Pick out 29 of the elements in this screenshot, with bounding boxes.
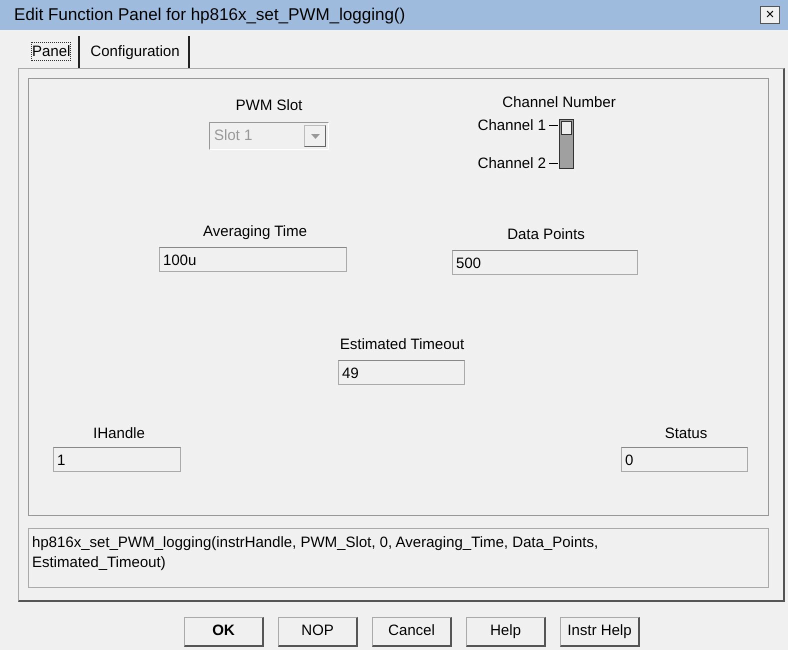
close-button[interactable]: × <box>760 6 780 24</box>
input-field[interactable]: 1 <box>53 447 181 472</box>
control-label: Channel Number <box>502 93 616 113</box>
dialog-button[interactable]: Help <box>466 617 546 647</box>
function-prototype: hp816x_set_PWM_logging(instrHandle, PWM_Slot, 0, Averaging_Time, Data_Points, Estimated_Timeout) <box>32 533 600 573</box>
dialog-button[interactable]: NOP <box>278 617 358 647</box>
tick-mark <box>549 125 558 126</box>
dialog-button[interactable]: Instr Help <box>560 617 640 647</box>
control-label: IHandle <box>93 424 145 444</box>
tick-mark <box>549 163 558 164</box>
caret-icon <box>304 125 326 147</box>
control-label: Data Points <box>507 225 585 245</box>
input-field[interactable]: 100u <box>159 247 347 272</box>
input-field[interactable]: 500 <box>452 250 638 275</box>
control-label: Estimated Timeout <box>340 335 464 355</box>
dialog-button[interactable]: Cancel <box>372 617 452 647</box>
tab[interactable]: Configuration <box>82 36 190 68</box>
switch-thumb[interactable] <box>561 121 572 135</box>
dialog-button[interactable]: OK <box>184 617 264 647</box>
control-label: PWM Slot <box>236 96 302 116</box>
option-label: Channel 1 <box>478 116 546 136</box>
window-title: Edit Function Panel for hp816x_set_PWM_logging() <box>14 4 406 26</box>
control-label: Status <box>664 424 708 444</box>
input-field[interactable]: 49 <box>338 360 465 385</box>
control-label: Averaging Time <box>203 222 307 242</box>
tab[interactable]: Panel <box>24 36 80 68</box>
switch-track[interactable] <box>559 119 574 169</box>
input-field[interactable]: 0 <box>621 447 748 472</box>
option-label: Channel 2 <box>478 154 546 174</box>
